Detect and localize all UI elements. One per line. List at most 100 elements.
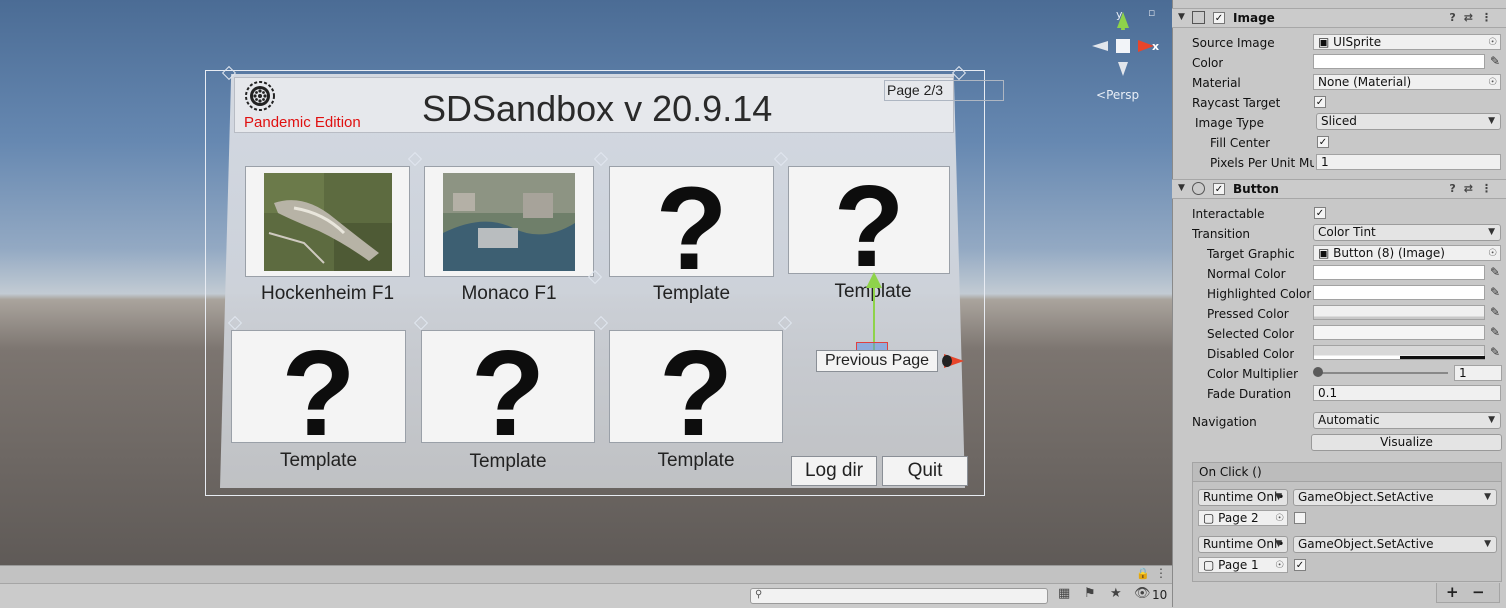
track-tile-monaco[interactable] bbox=[424, 166, 594, 277]
track-label: Template bbox=[652, 283, 731, 304]
filter-by-type-icon[interactable]: ▦ bbox=[1058, 586, 1070, 601]
visualize-button[interactable]: Visualize bbox=[1311, 434, 1502, 451]
eyedropper-icon[interactable]: ✎ bbox=[1490, 305, 1500, 319]
material-field[interactable]: None (Material) ☉ bbox=[1313, 74, 1501, 90]
object-picker-icon[interactable]: ☉ bbox=[1488, 36, 1497, 49]
remove-listener-button[interactable]: − bbox=[1472, 583, 1485, 601]
set-active-checkbox[interactable] bbox=[1294, 512, 1306, 524]
interactable-label: Interactable bbox=[1192, 207, 1265, 221]
image-component-icon bbox=[1192, 11, 1205, 24]
normal-color-swatch[interactable] bbox=[1313, 265, 1485, 280]
quit-button[interactable]: Quit bbox=[882, 456, 968, 486]
image-type-dropdown[interactable]: Sliced ▼ bbox=[1316, 113, 1501, 130]
color-swatch[interactable] bbox=[1313, 54, 1485, 69]
track-label: Hockenheim F1 bbox=[260, 283, 395, 304]
collapse-arrow-icon[interactable]: ▼ bbox=[1178, 12, 1185, 22]
target-graphic-field[interactable]: ▣ Button (8) (Image) ☉ bbox=[1313, 245, 1501, 261]
color-multiplier-slider-knob[interactable] bbox=[1313, 367, 1323, 377]
target-object-field[interactable]: ▢ Page 2 ☉ bbox=[1198, 510, 1288, 526]
more-options-icon: ⋮ bbox=[1481, 182, 1500, 195]
scene-view[interactable]: Pandemic Edition SDSandbox v 20.9.14 Pag… bbox=[0, 0, 1172, 565]
question-mark-icon: ? bbox=[655, 166, 728, 277]
function-dropdown[interactable]: GameObject.SetActive ▼ bbox=[1293, 489, 1497, 506]
component-title: Button bbox=[1233, 182, 1279, 196]
button-component-header[interactable]: ▼ ✓ Button ?⇄⋮ bbox=[1172, 179, 1506, 199]
component-header-icons[interactable]: ?⇄⋮ bbox=[1449, 11, 1500, 24]
selected-color-swatch[interactable] bbox=[1313, 325, 1485, 340]
eyedropper-icon[interactable]: ✎ bbox=[1490, 54, 1500, 68]
button-component-icon bbox=[1192, 182, 1205, 195]
previous-page-button[interactable]: Previous Page bbox=[816, 350, 938, 372]
runtime-mode-dropdown[interactable]: Runtime Onl• ▼ bbox=[1198, 536, 1288, 553]
source-image-field[interactable]: ▣ UISprite ☉ bbox=[1313, 34, 1501, 50]
lock-icon[interactable]: 🔒 bbox=[1136, 567, 1150, 580]
function-dropdown[interactable]: GameObject.SetActive ▼ bbox=[1293, 536, 1497, 553]
material-label: Material bbox=[1192, 76, 1241, 90]
image-enabled-checkbox[interactable]: ✓ bbox=[1213, 12, 1225, 24]
eyedropper-icon[interactable]: ✎ bbox=[1490, 345, 1500, 359]
gizmo-y-label: y bbox=[1116, 8, 1123, 21]
hidden-objects-eye-icon[interactable]: 👁 bbox=[1134, 586, 1151, 601]
fill-center-checkbox[interactable]: ✓ bbox=[1317, 136, 1329, 148]
dropdown-caret-icon: ▼ bbox=[1488, 415, 1495, 425]
dropdown-caret-icon: ▼ bbox=[1275, 492, 1282, 502]
color-multiplier-field[interactable]: 1 bbox=[1454, 365, 1502, 381]
color-label: Color bbox=[1192, 56, 1224, 70]
move-gizmo-x-handle[interactable] bbox=[942, 355, 952, 367]
move-gizmo-y-arrow[interactable] bbox=[866, 272, 882, 288]
track-label: Monaco F1 bbox=[461, 283, 557, 304]
filter-by-label-icon[interactable]: ⚑ bbox=[1084, 586, 1096, 601]
navigation-dropdown[interactable]: Automatic ▼ bbox=[1313, 412, 1501, 429]
set-active-checkbox[interactable]: ✓ bbox=[1294, 559, 1306, 571]
alpha-bar bbox=[1400, 356, 1485, 359]
transition-label: Transition bbox=[1192, 227, 1251, 241]
pixels-per-unit-field[interactable]: 1 bbox=[1316, 154, 1501, 170]
raycast-target-checkbox[interactable]: ✓ bbox=[1314, 96, 1326, 108]
navigation-label: Navigation bbox=[1192, 415, 1257, 429]
interactable-checkbox[interactable]: ✓ bbox=[1314, 207, 1326, 219]
lock-icon[interactable]: ▫ bbox=[1148, 6, 1155, 19]
color-multiplier-slider-track[interactable] bbox=[1318, 372, 1448, 374]
sprite-icon: ▣ bbox=[1318, 35, 1330, 49]
fade-duration-field[interactable]: 0.1 bbox=[1313, 385, 1501, 401]
normal-color-label: Normal Color bbox=[1207, 267, 1286, 281]
log-dir-button[interactable]: Log dir bbox=[791, 456, 877, 486]
color-multiplier-label: Color Multiplier bbox=[1207, 367, 1299, 381]
source-image-label: Source Image bbox=[1192, 36, 1275, 50]
runtime-mode-dropdown[interactable]: Runtime Onl• ▼ bbox=[1198, 489, 1288, 506]
target-object-field[interactable]: ▢ Page 1 ☉ bbox=[1198, 557, 1288, 573]
add-listener-button[interactable]: + bbox=[1446, 583, 1459, 601]
eyedropper-icon[interactable]: ✎ bbox=[1490, 285, 1500, 299]
object-picker-icon[interactable]: ☉ bbox=[1275, 512, 1284, 525]
highlighted-color-swatch[interactable] bbox=[1313, 285, 1485, 300]
more-options-icon[interactable]: ⋮ bbox=[1155, 566, 1167, 580]
object-picker-icon[interactable]: ☉ bbox=[1275, 559, 1284, 572]
track-tile-template[interactable]: ? bbox=[609, 330, 783, 443]
question-mark-icon: ? bbox=[833, 166, 905, 274]
question-mark-icon: ? bbox=[281, 330, 356, 443]
favorite-star-icon[interactable]: ★ bbox=[1110, 586, 1122, 601]
track-tile-template[interactable]: ? bbox=[788, 166, 950, 274]
track-tile-template[interactable]: ? bbox=[609, 166, 774, 277]
gameobject-icon: ▢ bbox=[1203, 558, 1215, 572]
track-tile-template[interactable]: ? bbox=[231, 330, 406, 443]
selected-color-label: Selected Color bbox=[1207, 327, 1295, 341]
component-header-icons[interactable]: ?⇄⋮ bbox=[1449, 182, 1500, 195]
eyedropper-icon[interactable]: ✎ bbox=[1490, 265, 1500, 279]
collapse-arrow-icon[interactable]: ▼ bbox=[1178, 183, 1185, 193]
button-enabled-checkbox[interactable]: ✓ bbox=[1213, 183, 1225, 195]
track-tile-template[interactable]: ? bbox=[421, 330, 595, 443]
transition-dropdown[interactable]: Color Tint ▼ bbox=[1313, 224, 1501, 241]
pressed-color-swatch[interactable] bbox=[1313, 305, 1485, 320]
persp-label[interactable]: <Persp bbox=[1096, 88, 1139, 102]
component-title: Image bbox=[1233, 11, 1275, 25]
search-input[interactable]: ⚲ bbox=[750, 588, 1048, 604]
track-tile-hockenheim[interactable] bbox=[245, 166, 410, 277]
eyedropper-icon[interactable]: ✎ bbox=[1490, 325, 1500, 339]
dropdown-caret-icon: ▼ bbox=[1484, 492, 1491, 502]
image-component-header[interactable]: ▼ ✓ Image ?⇄⋮ bbox=[1172, 8, 1506, 28]
disabled-color-swatch[interactable] bbox=[1313, 345, 1485, 360]
highlighted-color-label: Highlighted Color bbox=[1207, 287, 1312, 301]
object-picker-icon[interactable]: ☉ bbox=[1488, 76, 1497, 89]
object-picker-icon[interactable]: ☉ bbox=[1488, 247, 1497, 260]
